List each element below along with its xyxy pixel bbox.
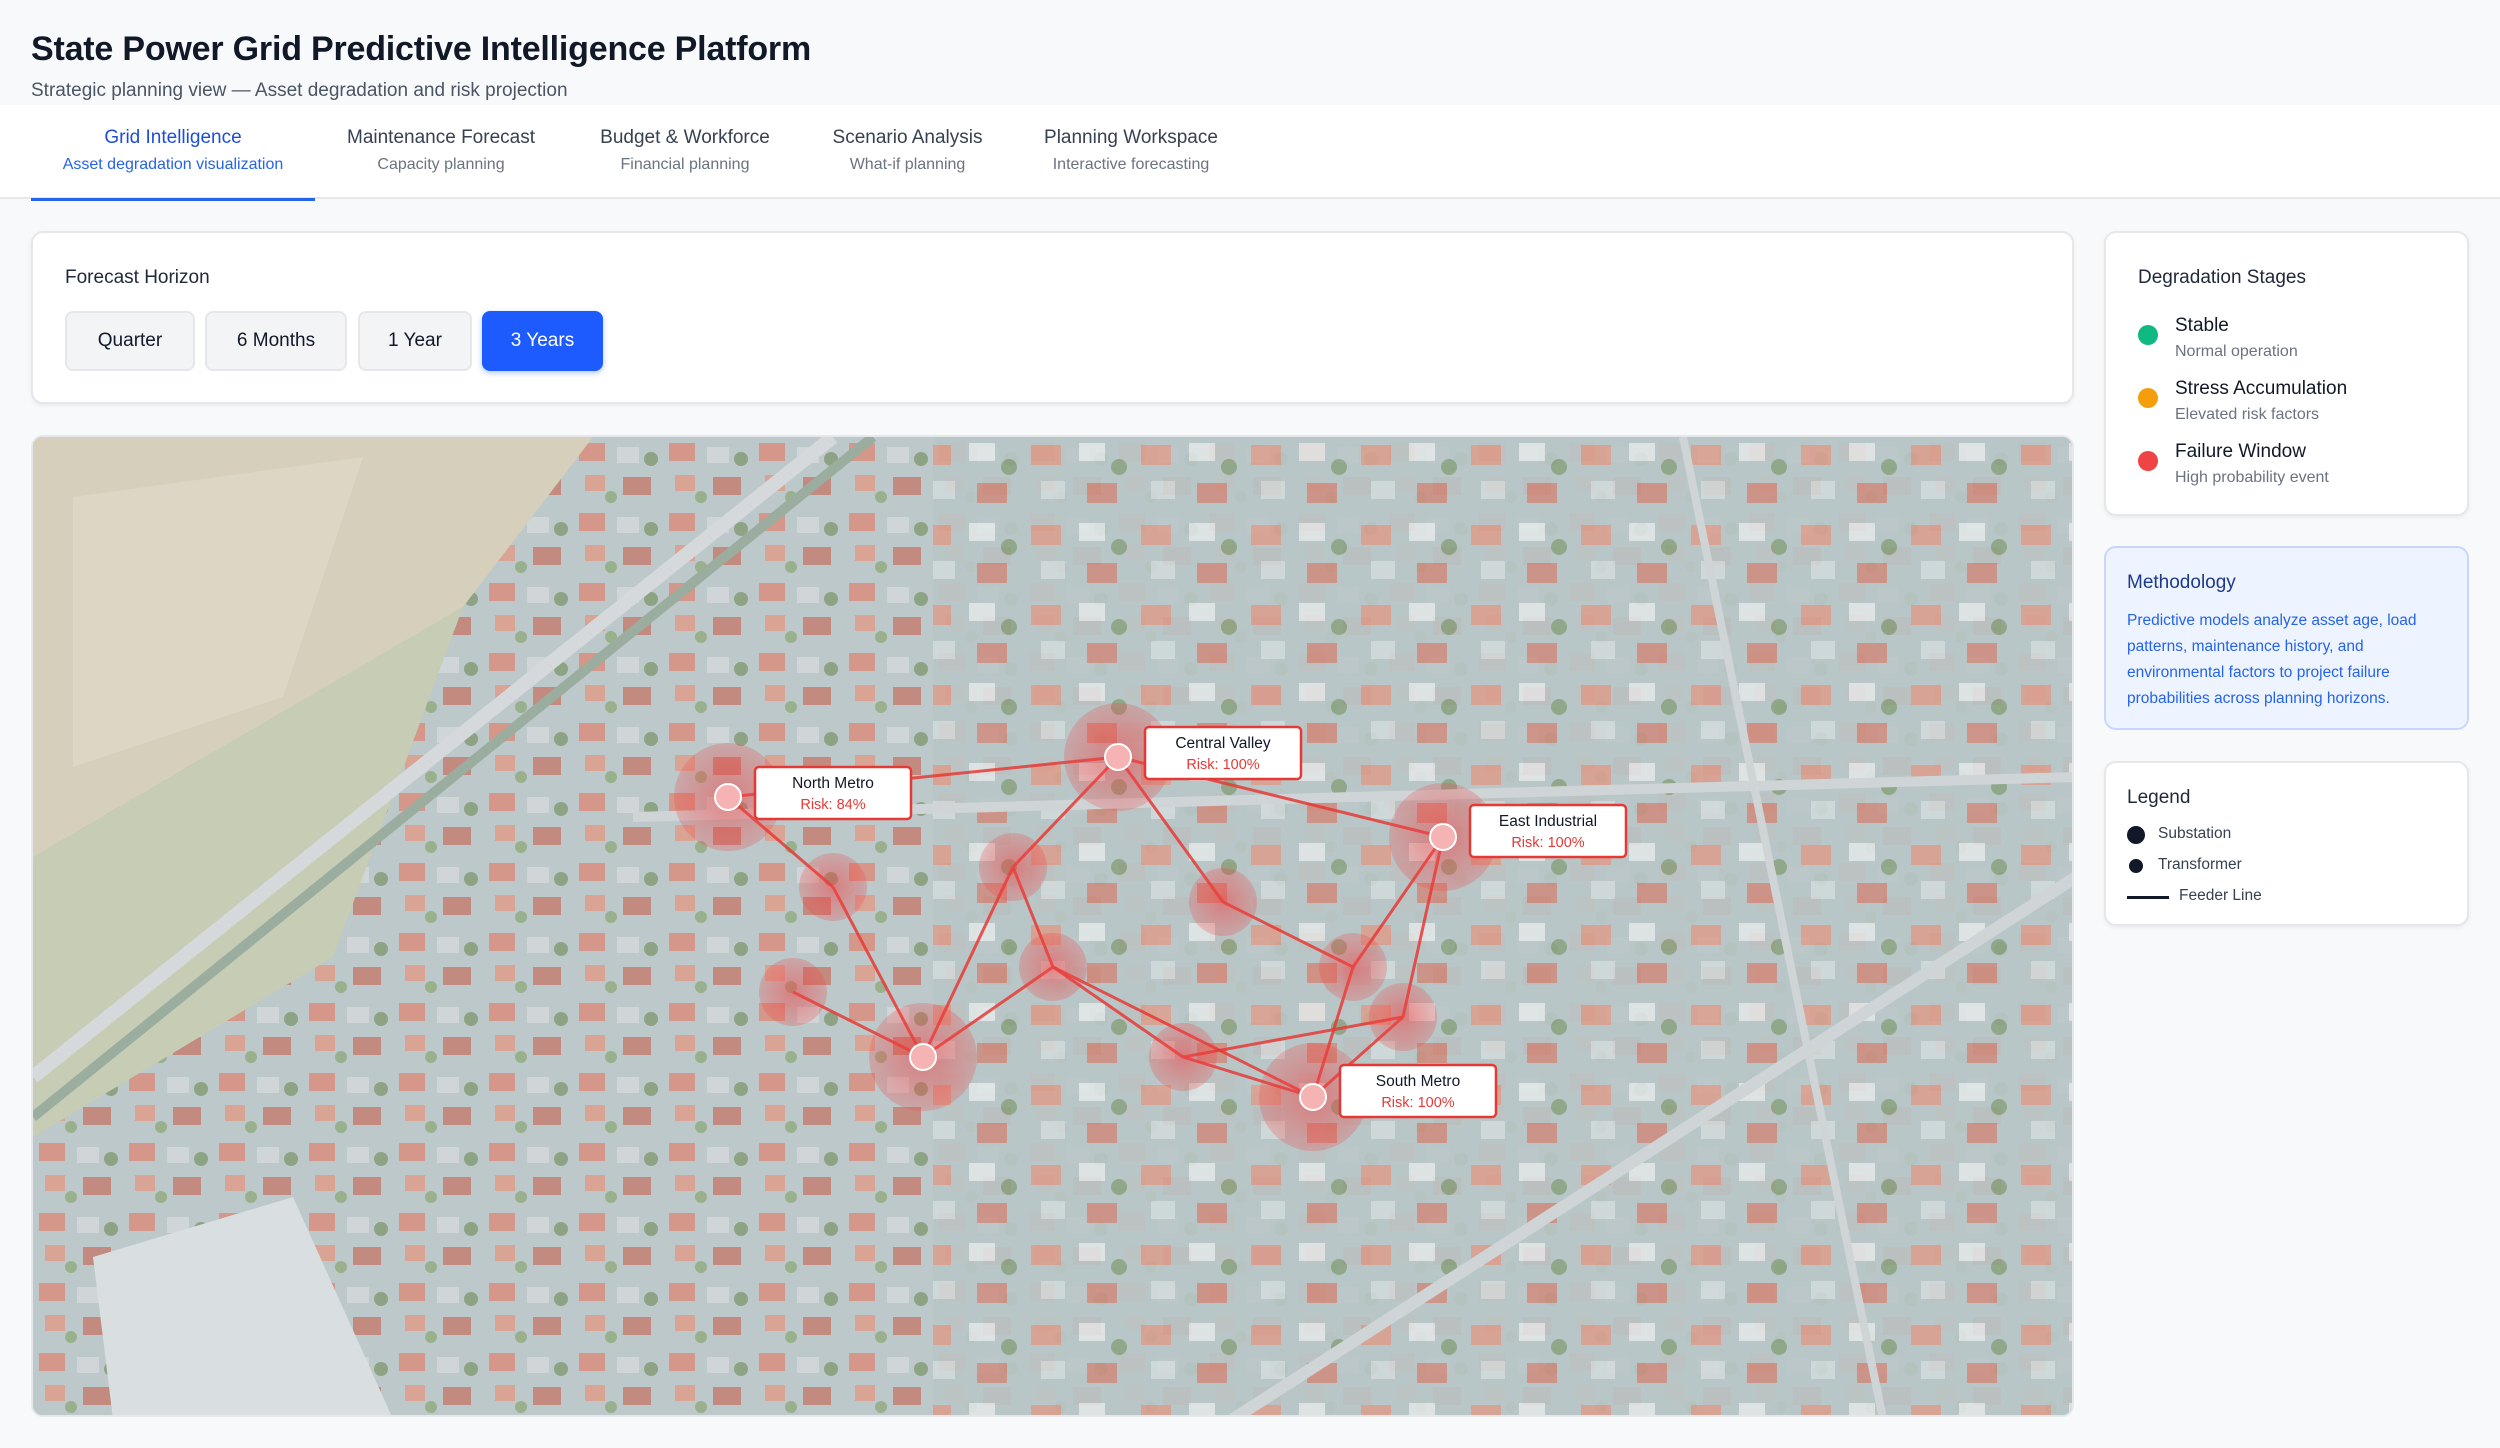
transformer-node[interactable] bbox=[1149, 1023, 1217, 1091]
transformer-node[interactable] bbox=[759, 958, 827, 1026]
substation-risk: Risk: 100% bbox=[1511, 835, 1584, 851]
transformer-node[interactable] bbox=[1189, 868, 1257, 936]
substation-dot-icon bbox=[2127, 826, 2145, 844]
substation-name: East Industrial bbox=[1499, 813, 1597, 830]
tab-label: Maintenance Forecast bbox=[347, 127, 535, 148]
stage-desc: High probability event bbox=[2175, 469, 2329, 486]
substation-risk: Risk: 100% bbox=[1186, 757, 1259, 773]
transformer-node[interactable] bbox=[1019, 933, 1087, 1001]
stable-dot-icon bbox=[2138, 325, 2158, 345]
horizon-quarter-button[interactable]: Quarter bbox=[65, 311, 195, 371]
tab-sublabel: Capacity planning bbox=[377, 156, 505, 173]
degradation-stages-panel: Degradation Stages Stable Normal operati… bbox=[2104, 231, 2469, 516]
transformer-node[interactable] bbox=[799, 853, 867, 921]
stage-desc: Normal operation bbox=[2175, 343, 2298, 360]
methodology-panel: Methodology Predictive models analyze as… bbox=[2104, 546, 2469, 730]
stage-name: Stable bbox=[2175, 315, 2229, 336]
stress-dot-icon bbox=[2138, 388, 2158, 408]
substation-marker[interactable] bbox=[1299, 1083, 1327, 1111]
page-header: State Power Grid Predictive Intelligence… bbox=[0, 0, 2500, 105]
feeder-line-icon bbox=[2127, 896, 2169, 899]
transformer-dot-icon bbox=[2129, 859, 2143, 873]
page-title: State Power Grid Predictive Intelligence… bbox=[31, 30, 811, 68]
map-canvas: North Metro Risk: 84% Central Valley Ris… bbox=[33, 437, 2072, 1415]
substation-marker[interactable] bbox=[909, 1043, 937, 1071]
tab-label: Budget & Workforce bbox=[600, 127, 770, 148]
tab-maintenance-forecast[interactable]: Maintenance Forecast Capacity planning bbox=[330, 105, 552, 199]
tab-bar: Grid Intelligence Asset degradation visu… bbox=[0, 105, 2500, 201]
substation-marker[interactable] bbox=[1104, 743, 1132, 771]
stage-name: Stress Accumulation bbox=[2175, 378, 2348, 399]
tab-label: Scenario Analysis bbox=[832, 127, 983, 148]
forecast-horizon-label: Forecast Horizon bbox=[65, 267, 210, 288]
tab-sublabel: What-if planning bbox=[849, 156, 966, 173]
grid-map[interactable]: North Metro Risk: 84% Central Valley Ris… bbox=[31, 435, 2074, 1417]
substation-name: Central Valley bbox=[1175, 735, 1271, 752]
tab-scenario-analysis[interactable]: Scenario Analysis What-if planning bbox=[818, 105, 997, 199]
degradation-stages-title: Degradation Stages bbox=[2138, 267, 2306, 288]
horizon-1-year-button[interactable]: 1 Year bbox=[358, 311, 472, 371]
substation-name: South Metro bbox=[1376, 1073, 1460, 1090]
stage-desc: Elevated risk factors bbox=[2175, 406, 2320, 423]
methodology-title: Methodology bbox=[2127, 572, 2236, 593]
tab-label: Grid Intelligence bbox=[104, 127, 242, 148]
substation-risk: Risk: 84% bbox=[800, 797, 865, 813]
tab-budget-workforce[interactable]: Budget & Workforce Financial planning bbox=[582, 105, 788, 199]
map-haze bbox=[33, 437, 2072, 1415]
substation-marker[interactable] bbox=[714, 783, 742, 811]
transformer-node[interactable] bbox=[979, 833, 1047, 901]
legend-label: Transformer bbox=[2158, 856, 2242, 873]
failure-dot-icon bbox=[2138, 451, 2158, 471]
legend-label: Substation bbox=[2158, 825, 2232, 842]
legend-title: Legend bbox=[2127, 787, 2191, 808]
substation-marker[interactable] bbox=[1429, 823, 1457, 851]
horizon-6-months-button[interactable]: 6 Months bbox=[205, 311, 347, 371]
horizon-3-years-button[interactable]: 3 Years bbox=[482, 311, 603, 371]
substation-name: North Metro bbox=[792, 775, 874, 792]
stage-name: Failure Window bbox=[2175, 441, 2306, 462]
tab-sublabel: Asset degradation visualization bbox=[62, 156, 284, 173]
legend-panel: Legend Substation Transformer Feeder Lin… bbox=[2104, 761, 2469, 926]
legend-label: Feeder Line bbox=[2179, 887, 2262, 904]
methodology-text: Predictive models analyze asset age, loa… bbox=[2127, 612, 2417, 707]
page-subtitle: Strategic planning view — Asset degradat… bbox=[31, 80, 568, 101]
tab-sublabel: Interactive forecasting bbox=[1052, 156, 1210, 173]
tab-grid-intelligence[interactable]: Grid Intelligence Asset degradation visu… bbox=[31, 105, 315, 201]
tab-planning-workspace[interactable]: Planning Workspace Interactive forecasti… bbox=[1027, 105, 1235, 199]
forecast-horizon-card: Forecast Horizon Quarter 6 Months 1 Year… bbox=[31, 231, 2074, 404]
transformer-node[interactable] bbox=[1319, 933, 1387, 1001]
substation-risk: Risk: 100% bbox=[1381, 1095, 1454, 1111]
tab-sublabel: Financial planning bbox=[620, 156, 750, 173]
transformer-node[interactable] bbox=[1369, 983, 1437, 1051]
tab-label: Planning Workspace bbox=[1044, 127, 1218, 148]
